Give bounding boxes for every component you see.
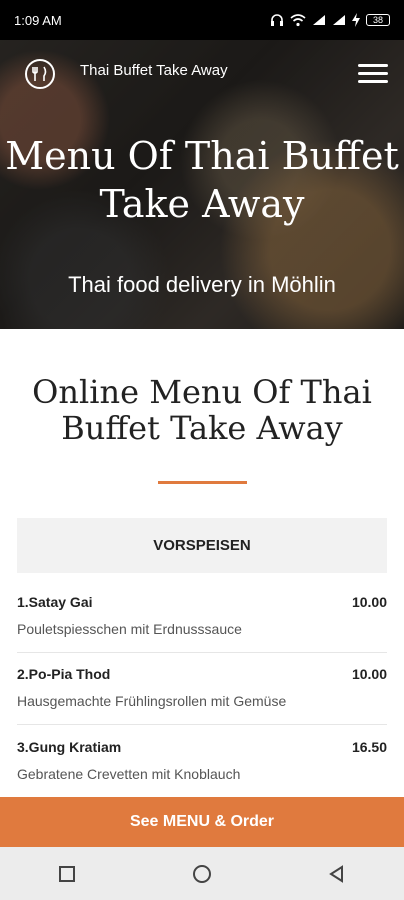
item-price: 16.50 bbox=[351, 739, 387, 755]
menu-item[interactable]: 3.Gung Kratiam 16.50 Gebratene Crevetten… bbox=[17, 725, 387, 798]
menu-item[interactable]: 2.Po-Pia Thod 10.00 Hausgemachte Frühlin… bbox=[17, 652, 387, 725]
wifi-icon bbox=[290, 14, 306, 27]
nav-home-icon[interactable] bbox=[192, 864, 212, 884]
battery-icon: 38 bbox=[366, 14, 390, 26]
nav-back-icon[interactable] bbox=[327, 864, 347, 884]
menu-item[interactable]: 1.Satay Gai 10.00 Pouletspiesschen mit E… bbox=[17, 580, 387, 653]
hero-subtitle: Thai food delivery in Möhlin bbox=[68, 272, 336, 297]
status-icons: 38 bbox=[270, 13, 390, 27]
item-name: 3.Gung Kratiam bbox=[17, 739, 122, 755]
item-description: Hausgemachte Frühlingsrollen mit Gemüse bbox=[17, 693, 287, 709]
signal-icon bbox=[313, 15, 325, 25]
charging-icon bbox=[352, 13, 360, 27]
hamburger-menu-icon[interactable] bbox=[358, 64, 388, 84]
item-name: 1.Satay Gai bbox=[17, 594, 93, 610]
status-time: 1:09 AM bbox=[14, 12, 62, 28]
item-description: Gebratene Crevetten mit Knoblauch bbox=[17, 766, 241, 782]
item-price: 10.00 bbox=[351, 594, 387, 610]
status-bar: 1:09 AM 38 bbox=[0, 0, 404, 40]
hero-title: Menu Of Thai Buffet Take Away bbox=[5, 134, 399, 226]
battery-level: 38 bbox=[372, 15, 383, 25]
logo-icon[interactable] bbox=[24, 58, 56, 90]
brand-title[interactable]: Thai Buffet Take Away bbox=[80, 62, 228, 79]
item-price: 10.00 bbox=[351, 666, 387, 682]
item-name: 2.Po-Pia Thod bbox=[17, 666, 111, 682]
headphones-icon bbox=[271, 14, 283, 26]
hero-section: Thai Buffet Take Away Menu Of Thai Buffe… bbox=[0, 40, 404, 329]
heading-divider bbox=[158, 481, 247, 484]
signal-icon bbox=[333, 15, 345, 25]
category-label: VORSPEISEN bbox=[153, 537, 251, 554]
category-header[interactable]: VORSPEISEN bbox=[17, 518, 387, 573]
see-menu-order-button[interactable]: See MENU & Order bbox=[0, 797, 404, 847]
item-description: Pouletspiesschen mit Erdnusssauce bbox=[17, 621, 242, 637]
nav-recents-icon[interactable] bbox=[57, 864, 77, 884]
top-navigation: Thai Buffet Take Away bbox=[0, 40, 404, 104]
android-navigation-bar bbox=[0, 847, 404, 900]
order-button-label: See MENU & Order bbox=[129, 813, 275, 830]
menu-heading: Online Menu Of Thai Buffet Take Away bbox=[32, 373, 372, 447]
